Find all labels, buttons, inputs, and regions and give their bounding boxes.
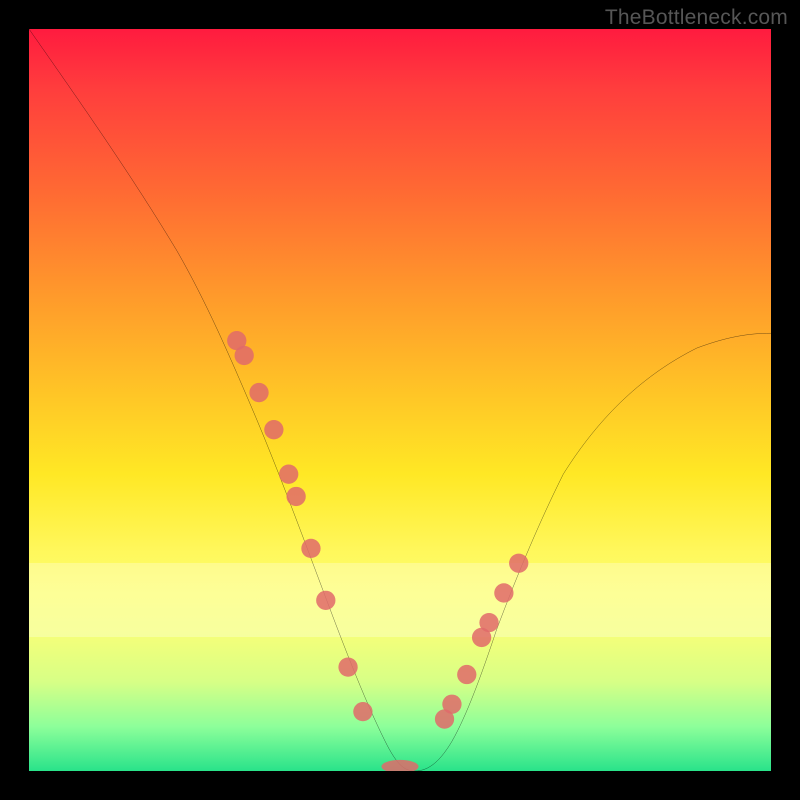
marker-dot bbox=[442, 695, 461, 714]
marker-dot bbox=[479, 613, 498, 632]
marker-dot bbox=[509, 554, 528, 573]
marker-dot bbox=[457, 665, 476, 684]
marker-dot bbox=[338, 657, 357, 676]
marker-dot bbox=[494, 583, 513, 602]
marker-dot bbox=[249, 383, 268, 402]
marker-dot bbox=[301, 539, 320, 558]
marker-dot bbox=[381, 760, 418, 771]
chart-stage: TheBottleneck.com bbox=[0, 0, 800, 800]
marker-dot bbox=[235, 346, 254, 365]
marker-dot bbox=[264, 420, 283, 439]
bottleneck-curve bbox=[29, 29, 771, 771]
branding-watermark: TheBottleneck.com bbox=[605, 6, 788, 30]
plot-area bbox=[29, 29, 771, 771]
marker-dot bbox=[353, 702, 372, 721]
curve-layer bbox=[29, 29, 771, 771]
marker-dot bbox=[286, 487, 305, 506]
marker-dot bbox=[279, 465, 298, 484]
marker-dot bbox=[316, 591, 335, 610]
marker-points bbox=[227, 331, 528, 771]
